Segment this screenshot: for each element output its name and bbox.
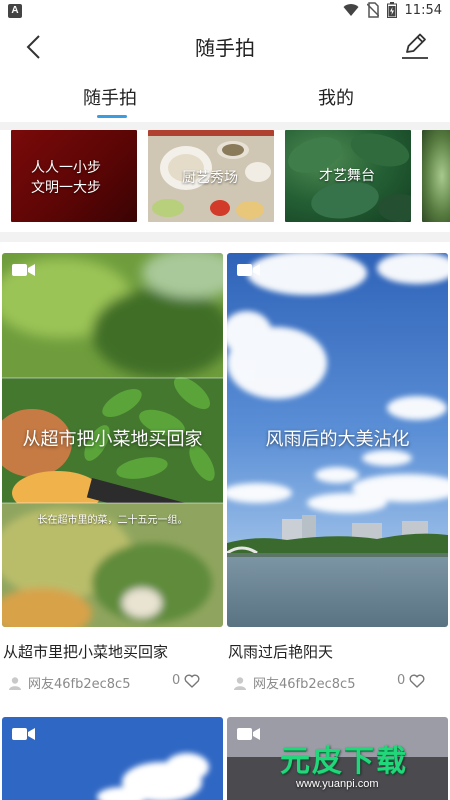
battery-icon — [386, 2, 397, 18]
post-author[interactable]: 网友46fb2ec8c5 — [233, 673, 355, 692]
video-camera-icon — [12, 728, 35, 740]
category-banner-row: 人人一小步 文明一大步 厨艺秀场 才艺舞台 — [0, 130, 450, 222]
banner-civility[interactable]: 人人一小步 文明一大步 — [11, 130, 137, 222]
watermark-text: 元皮下载 — [280, 744, 408, 779]
like-count: 0 — [397, 673, 406, 688]
tab-mine[interactable]: 我的 — [318, 84, 354, 110]
divider — [0, 122, 450, 130]
banner-civility-line1: 人人一小步 — [31, 160, 101, 176]
wifi-icon — [343, 4, 359, 17]
post-overlay-subtitle: 长在超市里的菜，二十五元一组。 — [37, 515, 188, 526]
banner-civility-line2: 文明一大步 — [31, 180, 101, 196]
video-camera-icon — [237, 264, 260, 276]
post-caption[interactable]: 风雨过后艳阳天 — [228, 641, 333, 662]
top-bar: 随手拍 — [0, 24, 450, 70]
user-avatar-icon — [234, 676, 246, 690]
watermark-url: www.yuanpi.com — [296, 778, 379, 790]
edit-pencil-icon[interactable] — [400, 30, 430, 62]
active-tab-indicator — [97, 115, 127, 118]
like-button[interactable]: 0 — [397, 673, 425, 688]
post-overlay-title: 风雨后的大美沾化 — [265, 429, 410, 450]
video-camera-icon — [237, 728, 260, 740]
video-camera-icon — [12, 264, 35, 276]
author-name: 网友46fb2ec8c5 — [28, 677, 131, 692]
banner-cooking[interactable]: 厨艺秀场 — [148, 130, 274, 222]
author-name: 网友46fb2ec8c5 — [253, 677, 356, 692]
status-bar: A 11:54 — [0, 0, 450, 24]
clock: 11:54 — [404, 2, 442, 18]
heart-icon — [409, 674, 425, 688]
post-card[interactable]: 风雨后的大美沾化 — [227, 253, 448, 627]
tab-bar: 随手拍 我的 — [0, 76, 450, 122]
tab-suishoupai[interactable]: 随手拍 — [83, 84, 137, 110]
post-overlay-title: 从超市把小菜地买回家 — [22, 429, 203, 450]
status-icons: 11:54 — [343, 2, 442, 18]
post-card[interactable] — [2, 717, 223, 800]
banner-talent-label: 才艺舞台 — [319, 168, 375, 184]
heart-icon — [184, 674, 200, 688]
banner-talent[interactable]: 才艺舞台 — [285, 130, 411, 222]
banner-cooking-label: 厨艺秀场 — [182, 170, 238, 186]
user-avatar-icon — [9, 676, 21, 690]
post-caption[interactable]: 从超市里把小菜地买回家 — [3, 641, 168, 662]
post-card[interactable]: 从超市把小菜地买回家 长在超市里的菜，二十五元一组。 — [2, 253, 223, 627]
like-button[interactable]: 0 — [172, 673, 200, 688]
divider — [0, 232, 450, 242]
like-count: 0 — [172, 673, 181, 688]
banner-more[interactable] — [422, 130, 450, 222]
post-author[interactable]: 网友46fb2ec8c5 — [8, 673, 130, 692]
page-title: 随手拍 — [195, 36, 255, 60]
site-watermark: 元皮下载 www.yuanpi.com — [278, 736, 448, 796]
no-sim-icon — [366, 2, 379, 18]
app-notification-icon: A — [8, 4, 22, 18]
